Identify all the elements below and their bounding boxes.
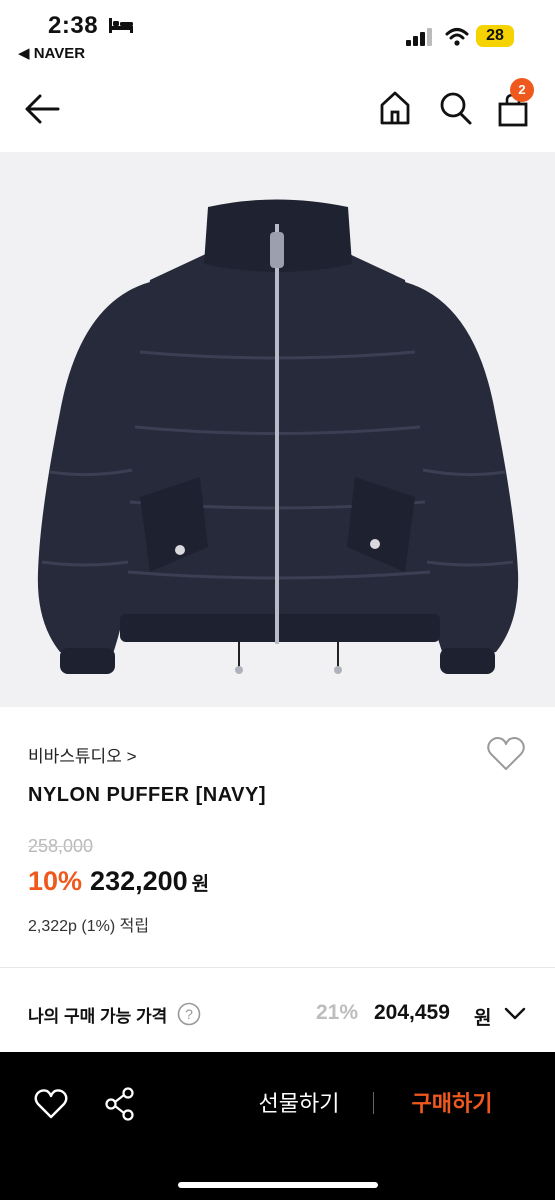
- wishlist-heart-icon[interactable]: [486, 736, 526, 772]
- bottom-action-bar: 선물하기 구매하기: [0, 1052, 555, 1200]
- home-indicator: [178, 1182, 378, 1188]
- my-price-label: 나의 구매 가능 가격: [28, 1007, 168, 1026]
- section-divider: [0, 967, 555, 968]
- search-icon[interactable]: [438, 90, 472, 126]
- reward-points: 2,322p (1%) 적립: [28, 918, 150, 935]
- bed-icon: [109, 18, 133, 33]
- original-price: 258,000: [28, 836, 94, 856]
- chevron-down-icon[interactable]: [504, 1004, 526, 1022]
- help-question-icon[interactable]: ?: [177, 1002, 201, 1026]
- cart-count-badge: 2: [510, 78, 534, 102]
- status-time: 2:38: [48, 12, 99, 39]
- back-to-app-link[interactable]: ◀ NAVER: [18, 44, 85, 62]
- status-bar: 2:38 ◀ NAVER 28: [0, 0, 555, 70]
- discount-rate: 10%: [28, 866, 83, 896]
- top-navigation: 2: [0, 70, 555, 152]
- home-icon[interactable]: [378, 90, 412, 126]
- button-separator: [373, 1092, 374, 1114]
- buy-button[interactable]: 구매하기: [392, 1084, 512, 1124]
- jacket-illustration: [37, 199, 519, 674]
- my-price-currency: 원: [474, 1008, 492, 1029]
- battery-indicator: 28: [476, 25, 514, 47]
- gift-button[interactable]: 선물하기: [234, 1084, 364, 1124]
- wifi-icon: [445, 28, 469, 46]
- product-image[interactable]: [0, 152, 555, 707]
- my-discount-rate: 21%: [316, 1001, 359, 1024]
- cart-button[interactable]: 2: [496, 78, 536, 128]
- currency-label: 원: [191, 874, 210, 895]
- back-arrow-icon[interactable]: [24, 92, 62, 126]
- brand-link[interactable]: 비바스튜디오 >: [28, 742, 137, 767]
- sale-price-row: 10% 232,200 원: [28, 866, 209, 900]
- my-price-value: 204,459: [374, 1001, 450, 1024]
- sale-price: 232,200: [90, 866, 188, 896]
- svg-text:?: ?: [185, 1006, 193, 1022]
- wishlist-heart-icon[interactable]: [34, 1088, 68, 1120]
- share-icon[interactable]: [104, 1086, 136, 1122]
- cellular-signal-icon: [406, 28, 432, 46]
- product-title: NYLON PUFFER [NAVY]: [28, 784, 267, 806]
